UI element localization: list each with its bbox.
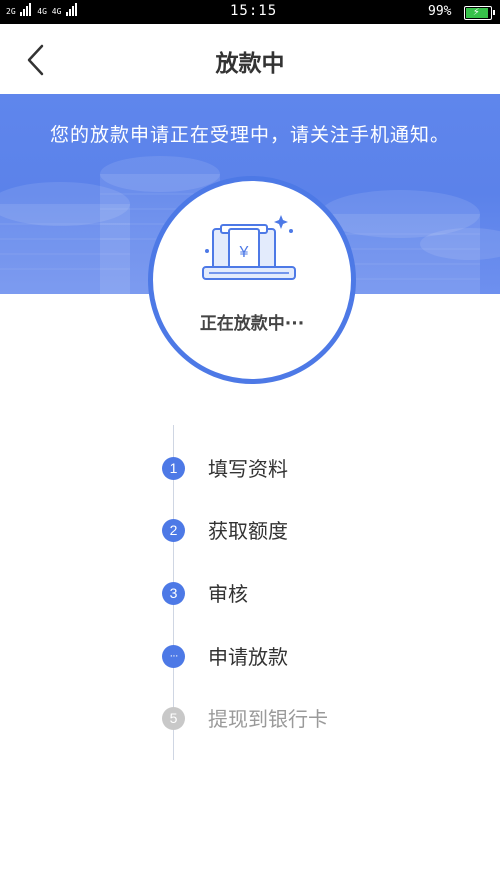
loan-status-card: ¥ 正在放款中··· xyxy=(148,176,356,384)
step-label: 填写资料 xyxy=(208,457,288,481)
step-label: 获取额度 xyxy=(208,519,288,543)
step-label: 审核 xyxy=(208,582,248,606)
currency-symbol: ¥ xyxy=(239,244,249,261)
step-apply-loan: ··· 申请放款 xyxy=(162,643,462,671)
progress-steps: 1 填写资料 2 获取额度 3 审核 ··· 申请放款 5 提现到银行卡 xyxy=(0,425,500,765)
step-withdraw: 5 提现到银行卡 xyxy=(162,705,462,733)
charging-bolt-icon: ⚡ xyxy=(473,5,480,18)
battery-percentage: 99% xyxy=(428,4,452,19)
step-fill-info: 1 填写资料 xyxy=(162,455,462,483)
banner-message: 您的放款申请正在受理中，请关注手机通知。 xyxy=(49,124,450,146)
step-label: 申请放款 xyxy=(208,645,288,669)
clock: 15:15 xyxy=(230,3,278,19)
page-title: 放款中 xyxy=(215,51,285,77)
signal-bars-icon xyxy=(20,3,32,16)
signal-bars-icon-2 xyxy=(66,3,78,16)
atm-cash-icon: ¥ xyxy=(202,215,296,280)
step-marker: 5 xyxy=(162,707,185,730)
step-get-quota: 2 获取额度 xyxy=(162,517,462,545)
step-marker: ··· xyxy=(162,645,185,668)
battery-icon: ⚡ xyxy=(464,5,495,20)
step-marker: 3 xyxy=(162,582,185,605)
signal-indicator: 2G 4G 4G xyxy=(6,3,78,16)
status-bar: 2G 4G 4G 15:15 99% ⚡ xyxy=(0,0,500,24)
network-label-4g: 4G 4G xyxy=(37,7,62,16)
step-marker: 2 xyxy=(162,519,185,542)
network-label-2g: 2G xyxy=(6,7,16,16)
step-marker: 1 xyxy=(162,457,185,480)
loan-status-text: 正在放款中··· xyxy=(199,314,305,334)
step-label: 提现到银行卡 xyxy=(208,707,328,731)
step-review: 3 审核 xyxy=(162,580,462,608)
navigation-bar: 放款中 xyxy=(0,24,500,94)
